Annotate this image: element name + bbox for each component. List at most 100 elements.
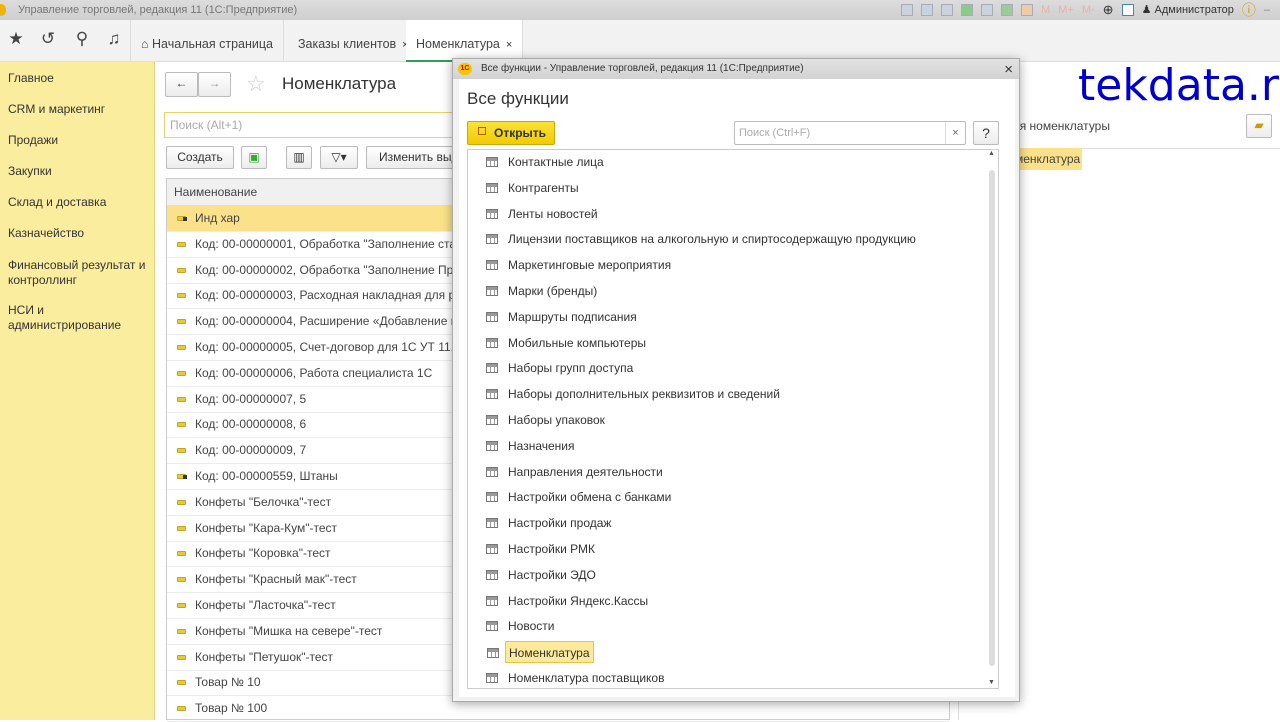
user-menu[interactable]: ♟ Администратор [1142, 0, 1234, 20]
row-label: Код: 00-00000005, Счет-договор для 1С УТ… [195, 340, 461, 354]
function-list-item[interactable]: Настройки Яндекс.Кассы [486, 590, 648, 612]
function-list-item[interactable]: Направления деятельности [486, 461, 663, 483]
function-list-item[interactable]: Мобильные компьютеры [486, 332, 647, 354]
print-icon[interactable] [921, 4, 934, 16]
row-label: Код: 00-00000009, 7 [195, 443, 307, 458]
function-list-item[interactable]: Наборы дополнительных реквизитов и сведе… [486, 383, 780, 405]
history-icon[interactable]: ↺ [38, 29, 58, 49]
catalog-table-icon [486, 208, 498, 219]
notifications-bell-icon[interactable]: ♫ [104, 29, 124, 49]
tab-label: Начальная страница [152, 37, 273, 51]
favorite-star-icon[interactable]: ☆ [246, 71, 266, 97]
tab-label: Заказы клиентов [298, 37, 397, 51]
home-icon: ⌂ [141, 37, 153, 51]
clear-search-icon[interactable]: × [945, 122, 965, 144]
sidebar-item-finance[interactable]: Финансовый результат и контроллинг [8, 258, 148, 288]
item-icon [177, 241, 186, 247]
zoom-icon[interactable]: ⊕ [1103, 0, 1114, 20]
function-label: Лицензии поставщиков на алкогольную и сп… [508, 232, 916, 247]
calendar-icon[interactable] [1021, 4, 1034, 16]
scroll-up-icon[interactable]: ▲ [988, 150, 995, 157]
function-list-item[interactable]: Контрагенты [486, 177, 579, 199]
row-label: Конфеты "Петушок"-тест [195, 649, 334, 664]
save-icon[interactable] [901, 4, 914, 16]
sidebar-item-main[interactable]: Главное [8, 71, 148, 86]
function-list-item[interactable]: Наборы упаковок [486, 409, 605, 431]
sidebar-item-admin[interactable]: НСИ и администрирование [8, 303, 148, 333]
minimize-button[interactable]: – [1264, 0, 1270, 20]
function-list-item[interactable]: Настройки РМК [486, 538, 595, 560]
create-copy-icon[interactable]: ▣ [241, 146, 267, 169]
close-icon[interactable]: × [1004, 60, 1013, 80]
catalog-table-icon [486, 157, 498, 167]
tab-home[interactable]: ⌂ Начальная страница [130, 20, 284, 62]
sidebar-item-warehouse[interactable]: Склад и доставка [8, 195, 148, 210]
hierarchy-item[interactable]: менклатура [1013, 148, 1083, 170]
memory-minus-button[interactable]: M- [1082, 0, 1095, 20]
row-label: Код: 00-00000004, Расширение «Добавление… [195, 314, 463, 329]
sidebar-item-treasury[interactable]: Казначейство [8, 226, 148, 241]
function-list-item[interactable]: Настройки обмена с банками [486, 486, 671, 508]
function-list-item[interactable]: Настройки ЭДО [486, 564, 596, 586]
calculator-icon[interactable] [1001, 4, 1014, 16]
memory-button[interactable]: M [1041, 0, 1050, 20]
catalog-table-icon [486, 440, 498, 451]
search-input[interactable]: Поиск (Alt+1) [164, 112, 464, 138]
sections-sidebar: Главное CRM и маркетинг Продажи Закупки … [0, 62, 155, 720]
sidebar-item-crm[interactable]: CRM и маркетинг [8, 102, 148, 117]
row-label: Инд хар [195, 211, 240, 225]
function-list-item[interactable]: Ленты новостей [486, 203, 598, 225]
vertical-scrollbar[interactable]: ▲ ▼ [986, 150, 998, 688]
function-list-item[interactable]: Настройки продаж [486, 512, 611, 534]
item-icon [177, 293, 186, 299]
tab-nomenclature[interactable]: Номенклатура × [406, 20, 524, 62]
scanner-icon[interactable] [981, 4, 994, 16]
function-list-item[interactable]: Номенклатура поставщиков [486, 667, 664, 688]
function-list-item[interactable]: Маркетинговые мероприятия [486, 254, 671, 276]
catalog-table-icon [486, 260, 498, 271]
function-list-item[interactable]: Лицензии поставщиков на алкогольную и сп… [486, 228, 916, 250]
tab-label: Номенклатура [416, 37, 500, 51]
search-icon[interactable]: ⚲ [72, 29, 92, 49]
row-label: Код: 00-00000008, 6 [195, 417, 307, 432]
function-list-item[interactable]: Новости [486, 615, 554, 637]
favorites-star-icon[interactable]: ★ [6, 29, 26, 49]
function-label: Мобильные компьютеры [508, 335, 647, 350]
create-button[interactable]: Создать [166, 146, 234, 169]
info-icon[interactable]: ⓘ [1242, 0, 1256, 20]
change-selected-button[interactable]: Изменить выд [366, 146, 466, 169]
item-icon [177, 551, 186, 557]
sidebar-item-sales[interactable]: Продажи [8, 133, 148, 148]
function-list-item[interactable]: Наборы групп доступа [486, 357, 633, 379]
memory-plus-button[interactable]: M+ [1058, 0, 1074, 20]
open-button[interactable]: Открыть [467, 121, 555, 145]
upload-icon[interactable] [961, 4, 974, 16]
catalog-table-icon [486, 234, 498, 245]
function-label: Маршруты подписания [508, 309, 637, 324]
tab-customer-orders[interactable]: Заказы клиентов× [288, 20, 420, 62]
function-list-item[interactable]: Контактные лица [486, 151, 604, 173]
back-button[interactable]: ← [165, 72, 198, 97]
app-logo-icon [0, 4, 6, 16]
close-tab-icon[interactable]: × [506, 39, 512, 51]
filter-icon[interactable]: ▽▾ [320, 146, 358, 169]
item-icon [177, 499, 186, 505]
function-list-item[interactable]: Маршруты подписания [486, 306, 637, 328]
forward-button[interactable]: → [198, 72, 231, 97]
preview-icon[interactable] [941, 4, 954, 16]
function-list-item[interactable]: Назначения [486, 435, 575, 457]
dialog-title: Все функции - Управление торговлей, реда… [481, 63, 804, 74]
help-button[interactable]: ? [973, 121, 999, 145]
search-input[interactable]: Поиск (Ctrl+F) × [734, 121, 966, 145]
scroll-thumb[interactable] [989, 170, 995, 666]
add-folder-icon[interactable]: ▰ [1246, 114, 1272, 138]
function-list-item[interactable]: Марки (бренды) [486, 280, 597, 302]
sidebar-item-purchases[interactable]: Закупки [8, 164, 148, 179]
barcode-icon[interactable]: ▥ [286, 146, 312, 169]
panels-icon[interactable] [1121, 4, 1134, 16]
open-icon [478, 127, 486, 135]
scroll-down-icon[interactable]: ▼ [988, 679, 995, 686]
row-label: Код: 00-00000007, 5 [195, 391, 307, 406]
function-list-item[interactable]: Номенклатура [487, 641, 594, 664]
catalog-table-icon [486, 518, 498, 529]
